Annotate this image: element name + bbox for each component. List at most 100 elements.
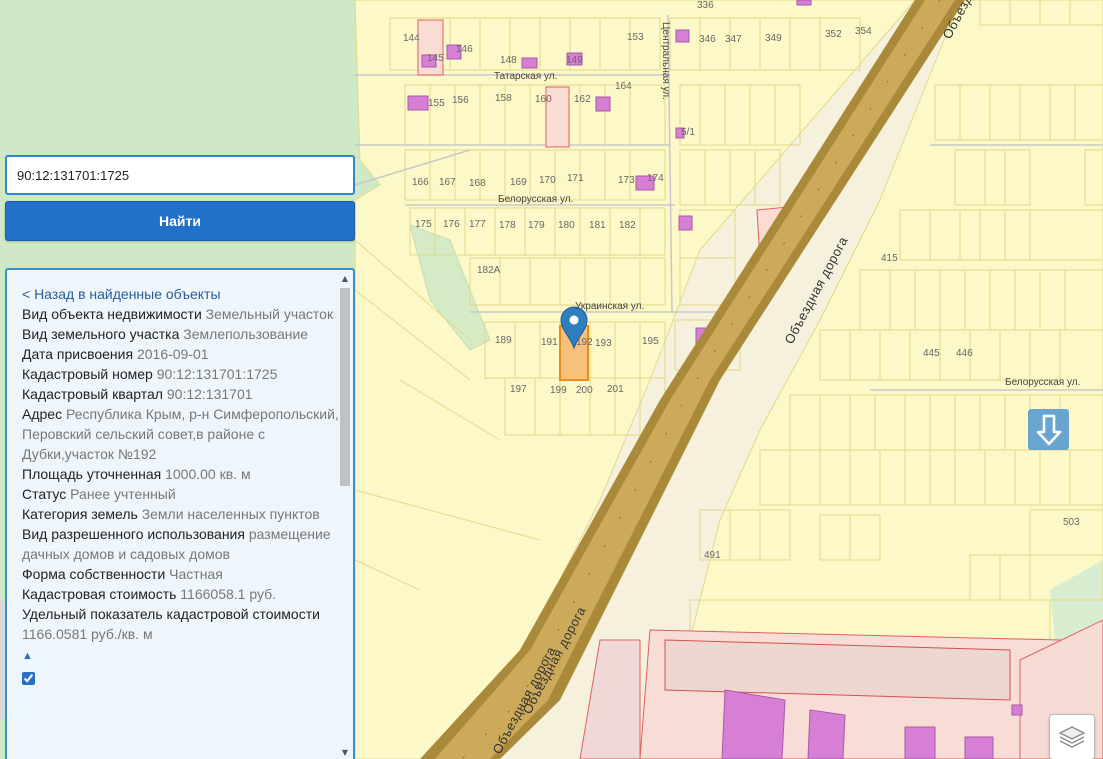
street-label: Центральная ул. [660, 22, 671, 100]
parcel-number: 354 [855, 26, 872, 37]
info-label: Адрес [22, 406, 63, 422]
parcel-number: 158 [495, 93, 512, 104]
info-value: Земли населенных пунктов [141, 506, 320, 522]
cadastral-search-input[interactable] [5, 155, 355, 195]
parcel-number: 168 [469, 178, 486, 189]
info-value: 1166058.1 руб. [180, 586, 277, 602]
parcel-number: 180 [558, 220, 575, 231]
info-label: Вид разрешенного использования [22, 526, 245, 542]
parcel-number: 149 [566, 55, 583, 66]
info-row: Удельный показатель кадастровой стоимост… [22, 604, 340, 644]
parcel-number: 503 [1063, 517, 1080, 528]
parcel-number: 200 [576, 385, 593, 396]
parcel-number: 195 [642, 336, 659, 347]
parcel-number: 201 [607, 384, 624, 395]
parcel-number: 166 [412, 177, 429, 188]
parcel-number: 156 [452, 95, 469, 106]
info-label: Площадь уточненная [22, 466, 162, 482]
info-row: Кадастровая стоимость 1166058.1 руб. [22, 584, 340, 604]
scroll-track[interactable] [340, 288, 350, 743]
checkbox-row [22, 672, 340, 685]
info-value: Частная [169, 566, 223, 582]
info-label: Дата присвоения [22, 346, 134, 362]
parcel-number: 174 [647, 173, 664, 184]
scroll-up-icon[interactable]: ▲ [339, 272, 351, 286]
parcel-number: 167 [439, 177, 456, 188]
parcel-number: 175 [415, 219, 432, 230]
parcel-number: 446 [956, 348, 973, 359]
info-value: Республика Крым, р-н Симферопольский, Пе… [22, 406, 339, 462]
parcel-number: 153 [627, 32, 644, 43]
info-row: Вид объекта недвижимости Земельный участ… [22, 304, 340, 324]
parcel-number: 164 [615, 81, 632, 92]
object-info-content: < Назад в найденные объекты Вид объекта … [22, 284, 340, 685]
info-row: Вид земельного участка Землепользование [22, 324, 340, 344]
info-value: Земельный участок [205, 306, 334, 322]
street-label: Белорусская ул. [498, 194, 573, 205]
parcel-number: 347 [725, 34, 742, 45]
back-to-results-link[interactable]: < Назад в найденные объекты [22, 284, 340, 304]
info-label: Вид объекта недвижимости [22, 306, 202, 322]
street-label: Белорусская ул. [1005, 377, 1080, 388]
info-value: 1000.00 кв. м [165, 466, 251, 482]
info-scrollbar[interactable]: ▲ ▼ [339, 272, 351, 759]
parcel-number: 170 [539, 175, 556, 186]
scroll-thumb[interactable] [340, 288, 350, 486]
parcel-number: 155 [428, 98, 445, 109]
parcel-number: 145 [427, 53, 444, 64]
show-parcel-checkbox[interactable] [22, 672, 35, 685]
info-row: Адрес Республика Крым, р-н Симферопольск… [22, 404, 340, 464]
parcel-number: 148 [500, 55, 517, 66]
info-label: Статус [22, 486, 67, 502]
info-row: Площадь уточненная 1000.00 кв. м [22, 464, 340, 484]
parcel-number: 177 [469, 219, 486, 230]
find-button[interactable]: Найти [5, 201, 355, 241]
parcel-number: 160 [535, 94, 552, 105]
info-value: 90:12:131701:1725 [156, 366, 278, 382]
info-row: Кадастровый квартал 90:12:131701 [22, 384, 340, 404]
parcel-number: 144 [403, 33, 420, 44]
info-value: 2016-09-01 [136, 346, 209, 362]
parcel-number: 5/1 [681, 127, 695, 138]
parcel-number: 179 [528, 220, 545, 231]
parcel-number: 162 [574, 94, 591, 105]
info-row: Дата присвоения 2016-09-01 [22, 344, 340, 364]
info-label: Форма собственности [22, 566, 166, 582]
parcel-number: 336 [697, 0, 714, 11]
parcel-number: 182 [619, 220, 636, 231]
scroll-down-icon[interactable]: ▼ [339, 746, 351, 759]
parcel-number: 197 [510, 384, 527, 395]
parcel-number: 192 [576, 337, 593, 348]
street-label: Украинская ул. [575, 301, 644, 312]
parcel-number: 182А [477, 265, 501, 276]
info-row: Категория земель Земли населенных пункто… [22, 504, 340, 524]
parcel-number: 352 [825, 29, 842, 40]
info-value: 90:12:131701 [166, 386, 253, 402]
parcel-number: 193 [595, 338, 612, 349]
collapse-arrow-icon[interactable]: ▲ [22, 646, 340, 666]
info-value: Ранее учтенный [70, 486, 176, 502]
parcel-number: 415 [881, 253, 898, 264]
parcel-number: 173 [618, 175, 635, 186]
info-label: Вид земельного участка [22, 326, 180, 342]
info-value: 1166.0581 руб./кв. м [22, 626, 153, 642]
info-label: Кадастровая стоимость [22, 586, 177, 602]
info-label: Удельный показатель кадастровой стоимост… [22, 606, 320, 622]
object-info-panel[interactable]: < Назад в найденные объекты Вид объекта … [5, 268, 355, 759]
parcel-number: 346 [699, 34, 716, 45]
parcel-number: 176 [443, 219, 460, 230]
info-value: Землепользование [183, 326, 309, 342]
parcel-number: 178 [499, 220, 516, 231]
info-label: Кадастровый квартал [22, 386, 163, 402]
info-label: Кадастровый номер [22, 366, 153, 382]
parcel-number: 199 [550, 385, 567, 396]
info-row: Форма собственности Частная [22, 564, 340, 584]
parcel-number: 146 [456, 44, 473, 55]
street-label: Татарская ул. [494, 71, 557, 82]
layers-icon[interactable] [1049, 714, 1095, 759]
arrow-down-icon[interactable] [1028, 409, 1069, 450]
parcel-number: 349 [765, 33, 782, 44]
info-row: Кадастровый номер 90:12:131701:1725 [22, 364, 340, 384]
info-label: Категория земель [22, 506, 138, 522]
parcel-number: 171 [567, 173, 584, 184]
